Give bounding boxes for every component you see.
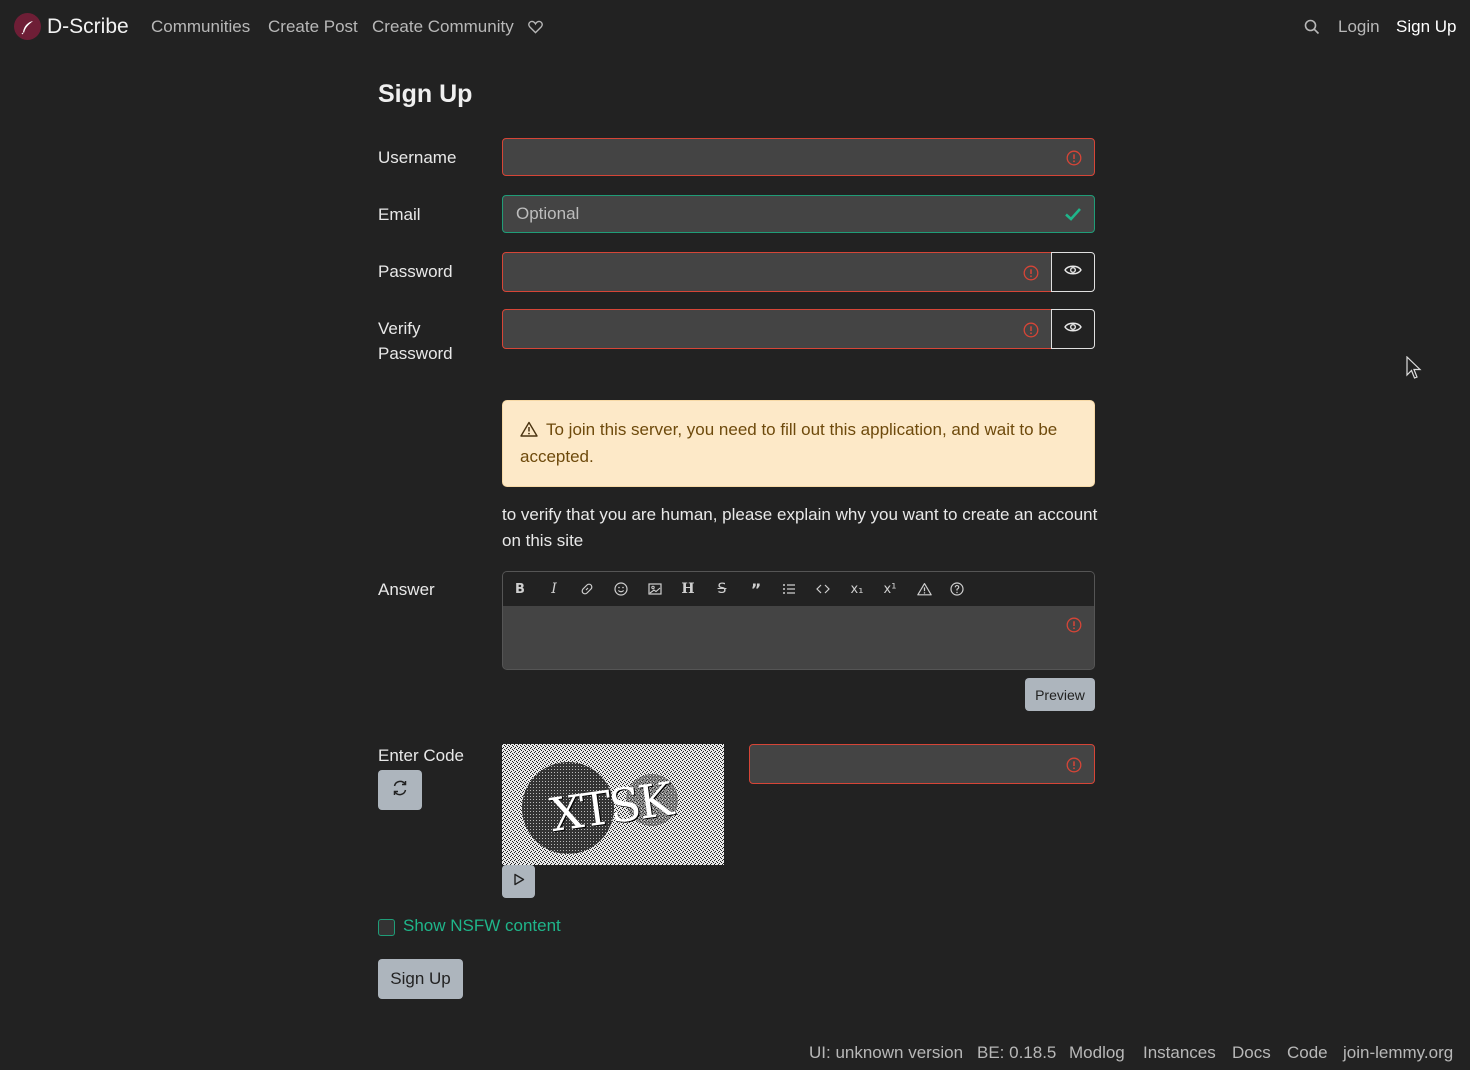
verify-password-label: Verify Password [378, 319, 453, 363]
list-icon[interactable] [780, 580, 798, 598]
italic-icon[interactable]: I [545, 580, 563, 598]
editor-toolbar: B I H S ” x₁ x¹ [503, 572, 1094, 607]
play-captcha-audio-button[interactable] [502, 865, 535, 898]
eye-icon [1064, 320, 1082, 338]
answer-label: Answer [378, 580, 435, 599]
nav-create-community[interactable]: Create Community [372, 17, 514, 37]
verify-password-input[interactable] [503, 310, 1051, 348]
captcha-code-input[interactable] [750, 745, 1094, 783]
feather-logo-icon[interactable] [14, 13, 41, 40]
nav-signup[interactable]: Sign Up [1396, 17, 1456, 37]
eye-icon [1064, 263, 1082, 281]
footer-join-lemmy[interactable]: join-lemmy.org [1343, 1043, 1453, 1063]
search-icon[interactable] [1304, 19, 1320, 40]
application-alert: To join this server, you need to fill ou… [502, 400, 1095, 487]
preview-button[interactable]: Preview [1025, 678, 1095, 711]
nav-login[interactable]: Login [1338, 17, 1380, 37]
nsfw-checkbox[interactable] [378, 919, 395, 936]
show-verify-password-button[interactable] [1051, 309, 1095, 349]
verify-password-field[interactable] [502, 309, 1052, 349]
password-input[interactable] [503, 253, 1051, 291]
show-password-button[interactable] [1051, 252, 1095, 292]
emoji-icon[interactable] [612, 580, 630, 598]
footer-instances[interactable]: Instances [1143, 1043, 1216, 1063]
footer-ui-version[interactable]: UI: unknown version [809, 1043, 963, 1063]
password-label: Password [378, 262, 453, 281]
error-icon [1066, 617, 1082, 638]
nav-create-post[interactable]: Create Post [268, 17, 358, 37]
password-field[interactable] [502, 252, 1052, 292]
spoiler-warning-icon[interactable] [915, 580, 933, 598]
footer-docs[interactable]: Docs [1232, 1043, 1271, 1063]
code-icon[interactable] [814, 580, 832, 598]
image-icon[interactable] [646, 580, 664, 598]
strikethrough-icon[interactable]: S [713, 580, 731, 598]
application-question: to verify that you are human, please exp… [502, 505, 1098, 550]
subscript-icon[interactable]: x₁ [848, 580, 866, 598]
warning-icon [520, 419, 538, 444]
refresh-captcha-button[interactable] [378, 770, 422, 810]
signup-submit-button[interactable]: Sign Up [378, 959, 463, 999]
error-icon [1023, 265, 1039, 286]
superscript-icon[interactable]: x¹ [881, 580, 899, 598]
heading-icon[interactable]: H [679, 580, 697, 598]
error-icon [1023, 322, 1039, 343]
quote-icon[interactable]: ” [747, 580, 765, 599]
alert-text: To join this server, you need to fill ou… [520, 420, 1058, 466]
footer-code[interactable]: Code [1287, 1043, 1328, 1063]
heart-icon[interactable] [528, 20, 543, 39]
answer-textarea[interactable] [503, 606, 1094, 669]
email-field[interactable] [502, 195, 1095, 233]
nsfw-label[interactable]: Show NSFW content [403, 916, 561, 936]
help-icon[interactable] [948, 580, 966, 598]
footer-be-version[interactable]: BE: 0.18.5 [977, 1043, 1056, 1063]
navbar: D-Scribe Communities Create Post Create … [0, 0, 1470, 54]
nav-communities[interactable]: Communities [151, 17, 250, 37]
enter-code-label: Enter Code [378, 746, 464, 765]
footer-modlog[interactable]: Modlog [1069, 1043, 1125, 1063]
error-icon [1066, 757, 1082, 778]
username-input[interactable] [503, 139, 1094, 175]
answer-editor: B I H S ” x₁ x¹ [502, 571, 1095, 670]
play-icon [513, 873, 525, 890]
page-title: Sign Up [378, 80, 473, 108]
mouse-cursor-icon [1406, 355, 1422, 385]
email-label: Email [378, 205, 421, 224]
refresh-icon [391, 779, 409, 801]
email-input[interactable] [503, 196, 1094, 232]
bold-icon[interactable]: B [511, 580, 529, 598]
error-icon [1066, 150, 1082, 171]
username-label: Username [378, 148, 457, 167]
check-icon [1064, 206, 1082, 227]
link-icon[interactable] [578, 580, 596, 598]
username-field[interactable] [502, 138, 1095, 176]
captcha-image: XTSK [502, 744, 724, 865]
captcha-code-field[interactable] [749, 744, 1095, 784]
site-brand[interactable]: D-Scribe [47, 15, 129, 39]
